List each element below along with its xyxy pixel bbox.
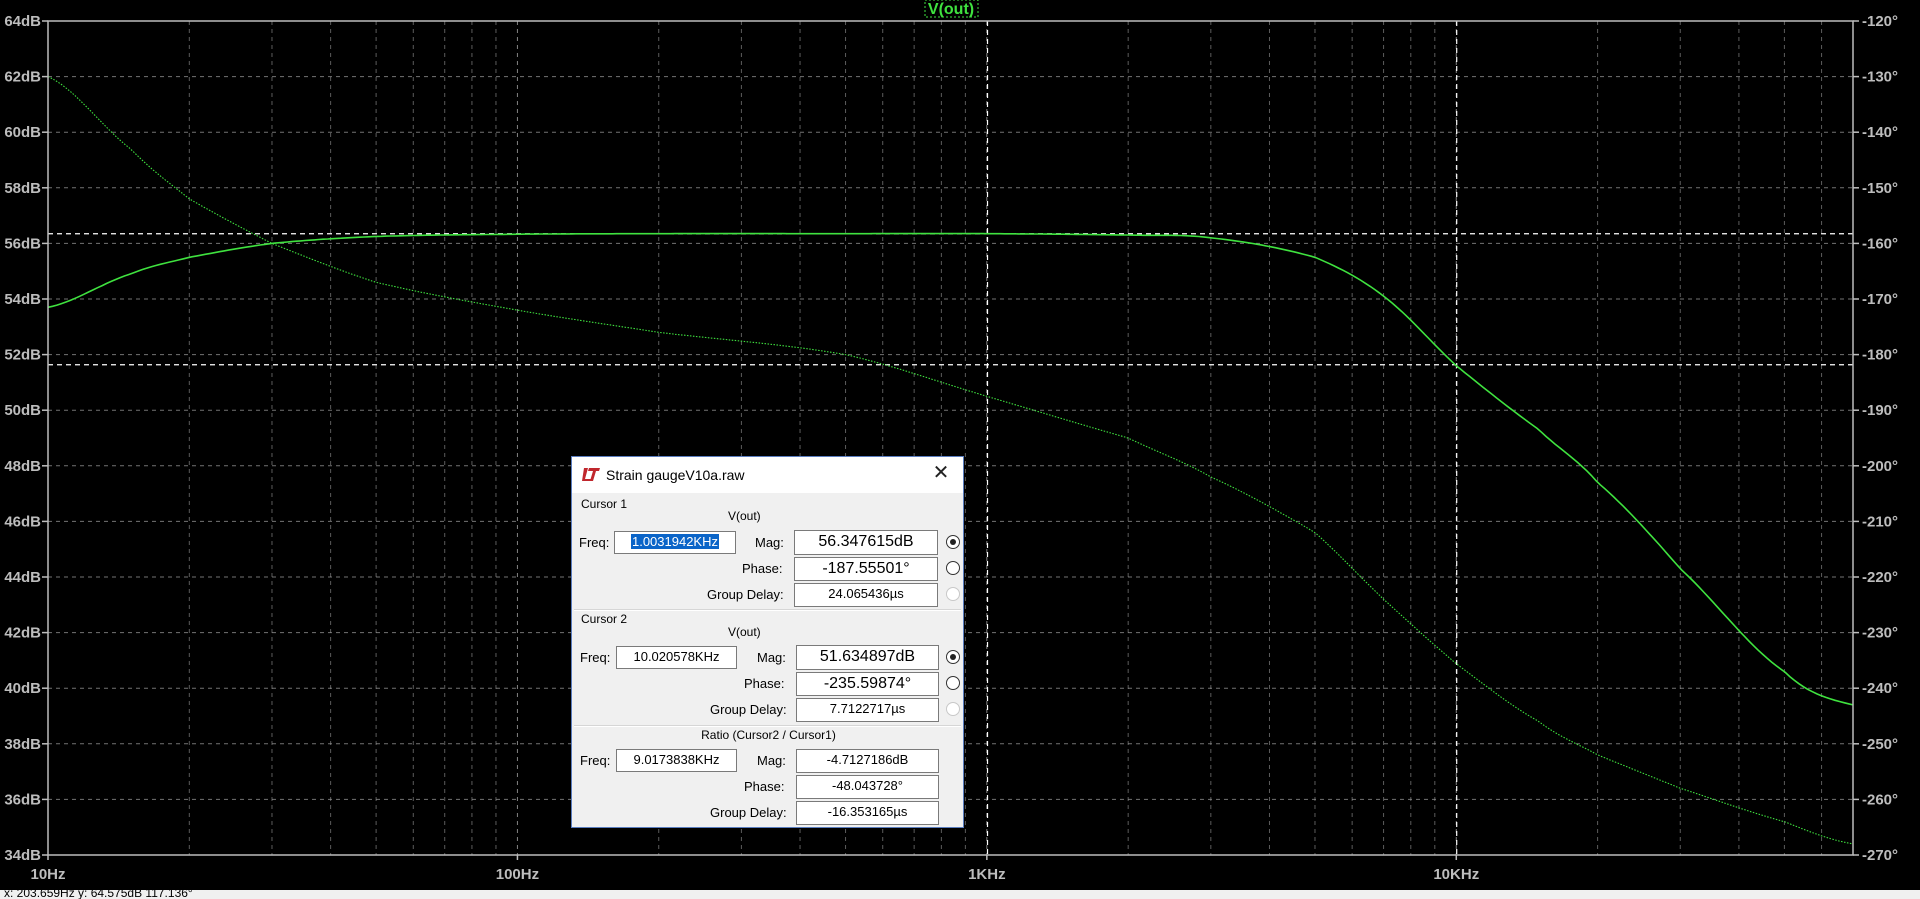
cursor1-mag-label: Mag:	[755, 535, 784, 550]
cursor1-trace-name: V(out)	[728, 509, 761, 523]
cursor1-freq-label: Freq:	[579, 535, 610, 550]
status-text: x: 203.659Hz y: 64.575dB 117.136°	[4, 890, 193, 899]
left-tick-label: 64dB	[4, 13, 41, 30]
cursor2-gd-radio	[946, 702, 960, 716]
cursor2-trace-name: V(out)	[728, 625, 761, 639]
cursor1-freq-field[interactable]: 1.0031942KHz	[614, 531, 736, 554]
trace-title-box[interactable]: V(out)	[924, 0, 979, 18]
right-tick-label: -230°	[1862, 625, 1898, 642]
left-tick-label: 62dB	[4, 69, 41, 86]
divider-highlight	[574, 610, 961, 611]
ratio-gd-label: Group Delay:	[710, 805, 787, 820]
radio-dot	[950, 654, 956, 660]
right-tick-label: -140°	[1862, 124, 1898, 141]
right-tick-label: -150°	[1862, 180, 1898, 197]
right-tick-label: -170°	[1862, 291, 1898, 308]
ltspice-logo-icon	[582, 468, 600, 481]
cursor-dialog[interactable]: Strain gaugeV10a.raw ✕ Cursor 1 V(out) F…	[571, 456, 964, 828]
close-icon[interactable]: ✕	[919, 457, 963, 491]
left-tick-label: 54dB	[4, 291, 41, 308]
right-tick-label: -220°	[1862, 569, 1898, 586]
left-tick-label: 56dB	[4, 235, 41, 252]
left-tick-label: 38dB	[4, 736, 41, 753]
left-tick-label: 44dB	[4, 569, 41, 586]
cursor2-gd-field[interactable]: 7.7122717µs	[796, 698, 939, 722]
cursor1-phase-radio[interactable]	[946, 561, 960, 575]
ratio-freq-field[interactable]: 9.0173838KHz	[616, 749, 737, 772]
left-tick-label: 40dB	[4, 680, 41, 697]
right-tick-label: -270°	[1862, 847, 1898, 864]
cursor2-mag-radio[interactable]	[946, 650, 960, 664]
right-tick-label: -190°	[1862, 402, 1898, 419]
cursor1-phase-label: Phase:	[742, 561, 783, 576]
cursor2-section-label: Cursor 2	[581, 612, 628, 626]
right-tick-label: -240°	[1862, 680, 1898, 697]
right-tick-label: -120°	[1862, 13, 1898, 30]
ratio-phase-label: Phase:	[744, 779, 785, 794]
cursor2-mag-field[interactable]: 51.634897dB	[796, 645, 939, 670]
left-tick-label: 46dB	[4, 513, 41, 530]
divider-highlight	[574, 726, 961, 727]
ratio-freq-label: Freq:	[580, 753, 611, 768]
ratio-mag-label: Mag:	[757, 753, 786, 768]
right-tick-label: -180°	[1862, 347, 1898, 364]
left-tick-label: 36dB	[4, 791, 41, 808]
left-tick-label: 34dB	[4, 847, 41, 864]
cursor2-phase-label: Phase:	[744, 676, 785, 691]
cursor1-phase-field[interactable]: -187.55501°	[794, 557, 938, 581]
x-tick-label: 100Hz	[496, 866, 539, 883]
cursor1-freq-value: 1.0031942KHz	[630, 534, 719, 549]
ratio-phase-field[interactable]: -48.043728°	[796, 775, 939, 799]
right-tick-label: -200°	[1862, 458, 1898, 475]
status-bar: x: 203.659Hz y: 64.575dB 117.136°	[0, 890, 1920, 899]
right-tick-label: -130°	[1862, 69, 1898, 86]
trace-title: V(out)	[928, 1, 974, 18]
dialog-title: Strain gaugeV10a.raw	[606, 467, 745, 483]
cursor2-freq-label: Freq:	[580, 650, 611, 665]
left-tick-label: 60dB	[4, 124, 41, 141]
right-tick-label: -260°	[1862, 791, 1898, 808]
left-tick-label: 50dB	[4, 402, 41, 419]
right-tick-label: -250°	[1862, 736, 1898, 753]
cursor2-phase-field[interactable]: -235.59874°	[796, 672, 939, 696]
cursor2-phase-radio[interactable]	[946, 676, 960, 690]
cursor1-mag-radio[interactable]	[946, 535, 960, 549]
dialog-titlebar[interactable]: Strain gaugeV10a.raw ✕	[572, 457, 963, 493]
x-tick-label: 10KHz	[1433, 866, 1479, 883]
cursor1-section-label: Cursor 1	[581, 497, 628, 511]
ratio-gd-field[interactable]: -16.353165µs	[796, 801, 939, 825]
cursor2-gd-label: Group Delay:	[710, 702, 787, 717]
x-tick-label: 1KHz	[968, 866, 1006, 883]
left-tick-label: 52dB	[4, 347, 41, 364]
ratio-section-label: Ratio (Cursor2 / Cursor1)	[701, 728, 836, 742]
cursor1-gd-field[interactable]: 24.065436µs	[794, 583, 938, 607]
left-tick-label: 48dB	[4, 458, 41, 475]
left-tick-label: 58dB	[4, 180, 41, 197]
right-tick-label: -210°	[1862, 513, 1898, 530]
cursor1-gd-radio	[946, 587, 960, 601]
cursor2-mag-label: Mag:	[757, 650, 786, 665]
radio-dot	[950, 539, 956, 545]
right-tick-label: -160°	[1862, 235, 1898, 252]
cursor1-gd-label: Group Delay:	[707, 587, 784, 602]
cursor2-freq-field[interactable]: 10.020578KHz	[616, 646, 737, 669]
ratio-mag-field[interactable]: -4.7127186dB	[796, 749, 939, 773]
cursor1-mag-field[interactable]: 56.347615dB	[794, 530, 938, 555]
x-tick-label: 10Hz	[30, 866, 65, 883]
left-tick-label: 42dB	[4, 625, 41, 642]
